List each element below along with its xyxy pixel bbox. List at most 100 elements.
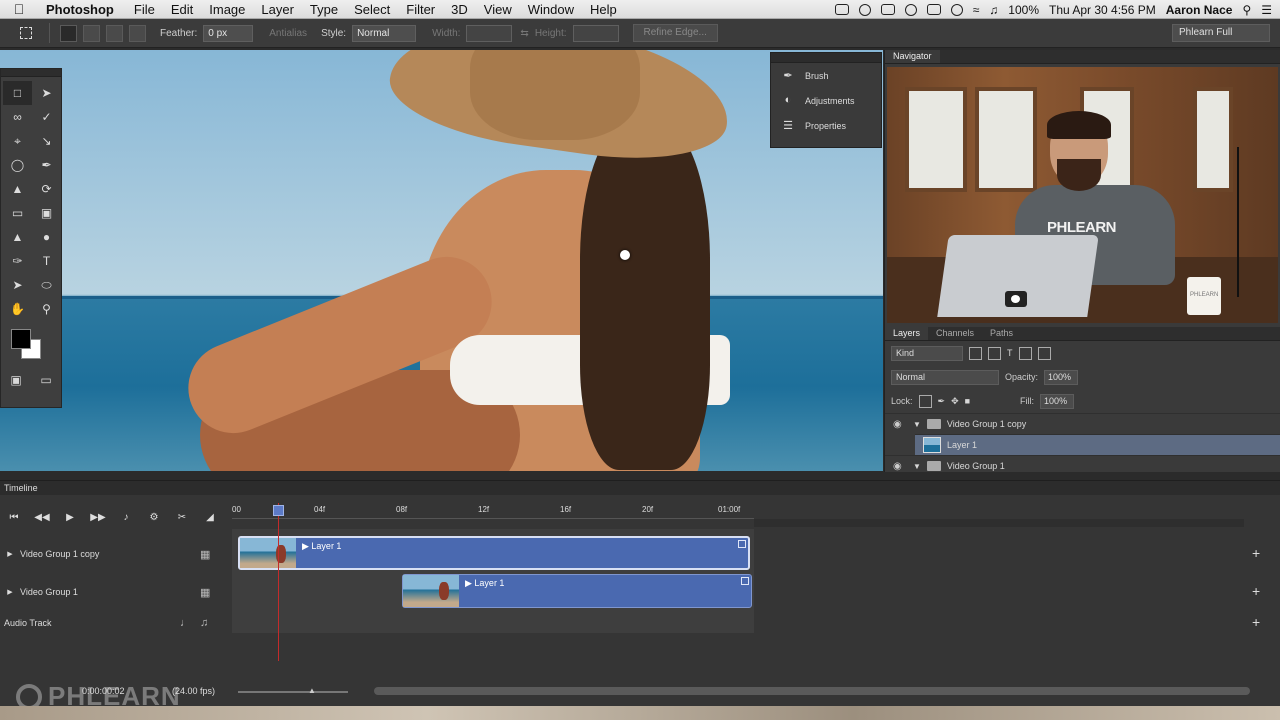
spot-healing-tool-icon[interactable]: ◯: [3, 153, 32, 177]
timeline-scrollbar[interactable]: [374, 687, 1250, 695]
height-input[interactable]: [572, 24, 619, 42]
foreground-color-swatch[interactable]: [11, 329, 31, 349]
subtract-selection-button[interactable]: [106, 24, 123, 42]
layer-row[interactable]: ◉ ▼ Video Group 1 copy: [885, 413, 1280, 434]
add-selection-button[interactable]: [83, 24, 100, 42]
menu-3d[interactable]: 3D: [443, 2, 476, 17]
apple-menu-icon[interactable]: : [0, 1, 38, 17]
navigator-preview[interactable]: PHLEARN PHLEARN: [887, 67, 1278, 323]
filter-pixel-icon[interactable]: [969, 346, 982, 360]
tool-preset-picker[interactable]: [14, 23, 50, 43]
menu-image[interactable]: Image: [201, 2, 253, 17]
rectangular-marquee-tool-icon[interactable]: □: [3, 81, 32, 105]
pen-tool-icon[interactable]: ✑: [3, 249, 32, 273]
timeline-zoom-slider[interactable]: [238, 691, 348, 693]
menu-select[interactable]: Select: [346, 2, 398, 17]
battery-percent[interactable]: 100%: [1008, 3, 1039, 17]
tab-channels[interactable]: Channels: [928, 327, 982, 340]
blur-tool-icon[interactable]: ▲: [3, 225, 32, 249]
airplay-icon[interactable]: [926, 4, 941, 15]
move-tool-icon[interactable]: ➤: [32, 81, 61, 105]
feather-input[interactable]: 0 px: [203, 24, 254, 42]
screen-record-icon[interactable]: [834, 4, 849, 15]
timeline-ruler[interactable]: 00 04f 08f 12f 16f 20f 01:00f: [232, 503, 754, 519]
history-brush-tool-icon[interactable]: ⟳: [32, 177, 61, 201]
style-select[interactable]: Normal: [352, 24, 417, 42]
audio-mute-icon[interactable]: ♪: [118, 512, 134, 523]
new-selection-button[interactable]: [60, 24, 77, 42]
tab-paths[interactable]: Paths: [982, 327, 1021, 340]
zoom-tool-icon[interactable]: ⚲: [32, 297, 61, 321]
clip-end-handle-icon[interactable]: [741, 577, 749, 585]
filter-adjustment-icon[interactable]: [988, 346, 1001, 360]
spotlight-search-icon[interactable]: ⚲: [1242, 3, 1251, 17]
fill-input[interactable]: 100%: [1040, 393, 1075, 409]
refine-edge-button[interactable]: Refine Edge...: [632, 24, 718, 42]
next-frame-icon[interactable]: ▶▶: [90, 512, 106, 523]
filter-shape-icon[interactable]: [1018, 346, 1032, 360]
lasso-tool-icon[interactable]: ∞: [3, 105, 32, 129]
video-clip[interactable]: ▶ Layer 1: [402, 574, 752, 608]
expand-track-icon[interactable]: ▶: [0, 550, 20, 558]
audio-volume-icon[interactable]: ♩: [180, 617, 191, 629]
menubar-user[interactable]: Aaron Nace: [1166, 3, 1233, 17]
track-header[interactable]: ▶ Video Group 1 copy ▦: [0, 544, 230, 564]
app-menu[interactable]: Photoshop: [38, 2, 126, 17]
hand-tool-icon[interactable]: ✋: [3, 297, 32, 321]
current-timecode[interactable]: 0:00:00:02: [82, 686, 125, 696]
disclosure-triangle-icon[interactable]: ▼: [913, 420, 921, 429]
tools-panel-header[interactable]: [1, 69, 61, 77]
brush-tool-icon[interactable]: ✒: [32, 153, 61, 177]
video-clip[interactable]: ▶ Layer 1: [238, 536, 750, 570]
workspace-select[interactable]: Phlearn Full: [1172, 24, 1270, 42]
play-icon[interactable]: ▶: [62, 512, 78, 523]
menu-filter[interactable]: Filter: [398, 2, 443, 17]
menubar-datetime[interactable]: Thu Apr 30 4:56 PM: [1049, 3, 1156, 17]
menu-layer[interactable]: Layer: [253, 2, 302, 17]
type-tool-icon[interactable]: T: [32, 249, 61, 273]
zoom-slider-knob-icon[interactable]: ▲: [308, 686, 316, 695]
transition-icon[interactable]: ◢: [202, 512, 218, 523]
eye-icon[interactable]: [858, 3, 871, 16]
quick-mask-icon[interactable]: ▣: [10, 373, 21, 387]
document-canvas[interactable]: [0, 50, 883, 471]
track-header[interactable]: ▶ Video Group 1 ▦: [0, 582, 230, 602]
visibility-eye-icon[interactable]: ◉: [893, 461, 907, 472]
dropbox-icon[interactable]: [880, 4, 895, 15]
dock-properties-button[interactable]: ☰ Properties: [771, 113, 881, 138]
lock-all-icon[interactable]: ■: [965, 396, 970, 406]
blend-mode-select[interactable]: Normal: [891, 369, 999, 385]
tab-layers[interactable]: Layers: [885, 327, 929, 340]
eyedropper-tool-icon[interactable]: ↘: [32, 129, 61, 153]
filter-type-icon[interactable]: T: [1007, 348, 1013, 358]
dock-adjustments-button[interactable]: ◐ Adjustments: [771, 88, 881, 113]
path-selection-tool-icon[interactable]: ➤: [3, 273, 32, 297]
previous-frame-icon[interactable]: ◀◀: [34, 512, 50, 523]
film-strip-icon[interactable]: ▦: [200, 586, 210, 599]
film-strip-icon[interactable]: ▦: [200, 548, 210, 561]
sync-icon[interactable]: [904, 3, 917, 16]
lock-transparent-icon[interactable]: [918, 394, 932, 408]
volume-icon[interactable]: ♫: [989, 3, 998, 17]
screen-mode-icon[interactable]: ▭: [40, 373, 51, 387]
menu-edit[interactable]: Edit: [163, 2, 201, 17]
tab-navigator[interactable]: Navigator: [885, 50, 940, 63]
layer-row-selected[interactable]: Layer 1: [915, 434, 1280, 455]
quick-selection-tool-icon[interactable]: ✓: [32, 105, 61, 129]
menu-view[interactable]: View: [476, 2, 520, 17]
menu-window[interactable]: Window: [520, 2, 582, 17]
expand-track-icon[interactable]: ▶: [0, 588, 20, 596]
dock-brush-button[interactable]: ✒ Brush: [771, 63, 881, 88]
crop-tool-icon[interactable]: ⌖: [3, 129, 32, 153]
music-note-icon[interactable]: ♫: [200, 617, 208, 629]
add-audio-icon[interactable]: +: [1252, 614, 1260, 630]
wifi-icon[interactable]: ≈: [973, 3, 980, 17]
filter-smart-object-icon[interactable]: [1037, 346, 1051, 360]
width-input[interactable]: [466, 24, 513, 42]
split-clip-icon[interactable]: ✂: [174, 512, 190, 523]
dock-header[interactable]: [771, 53, 881, 63]
track-header[interactable]: Audio Track ♩ ♫: [0, 613, 230, 633]
add-media-icon[interactable]: +: [1252, 583, 1260, 599]
lock-image-icon[interactable]: ✒: [938, 396, 946, 407]
playback-settings-icon[interactable]: ⚙: [146, 512, 162, 523]
